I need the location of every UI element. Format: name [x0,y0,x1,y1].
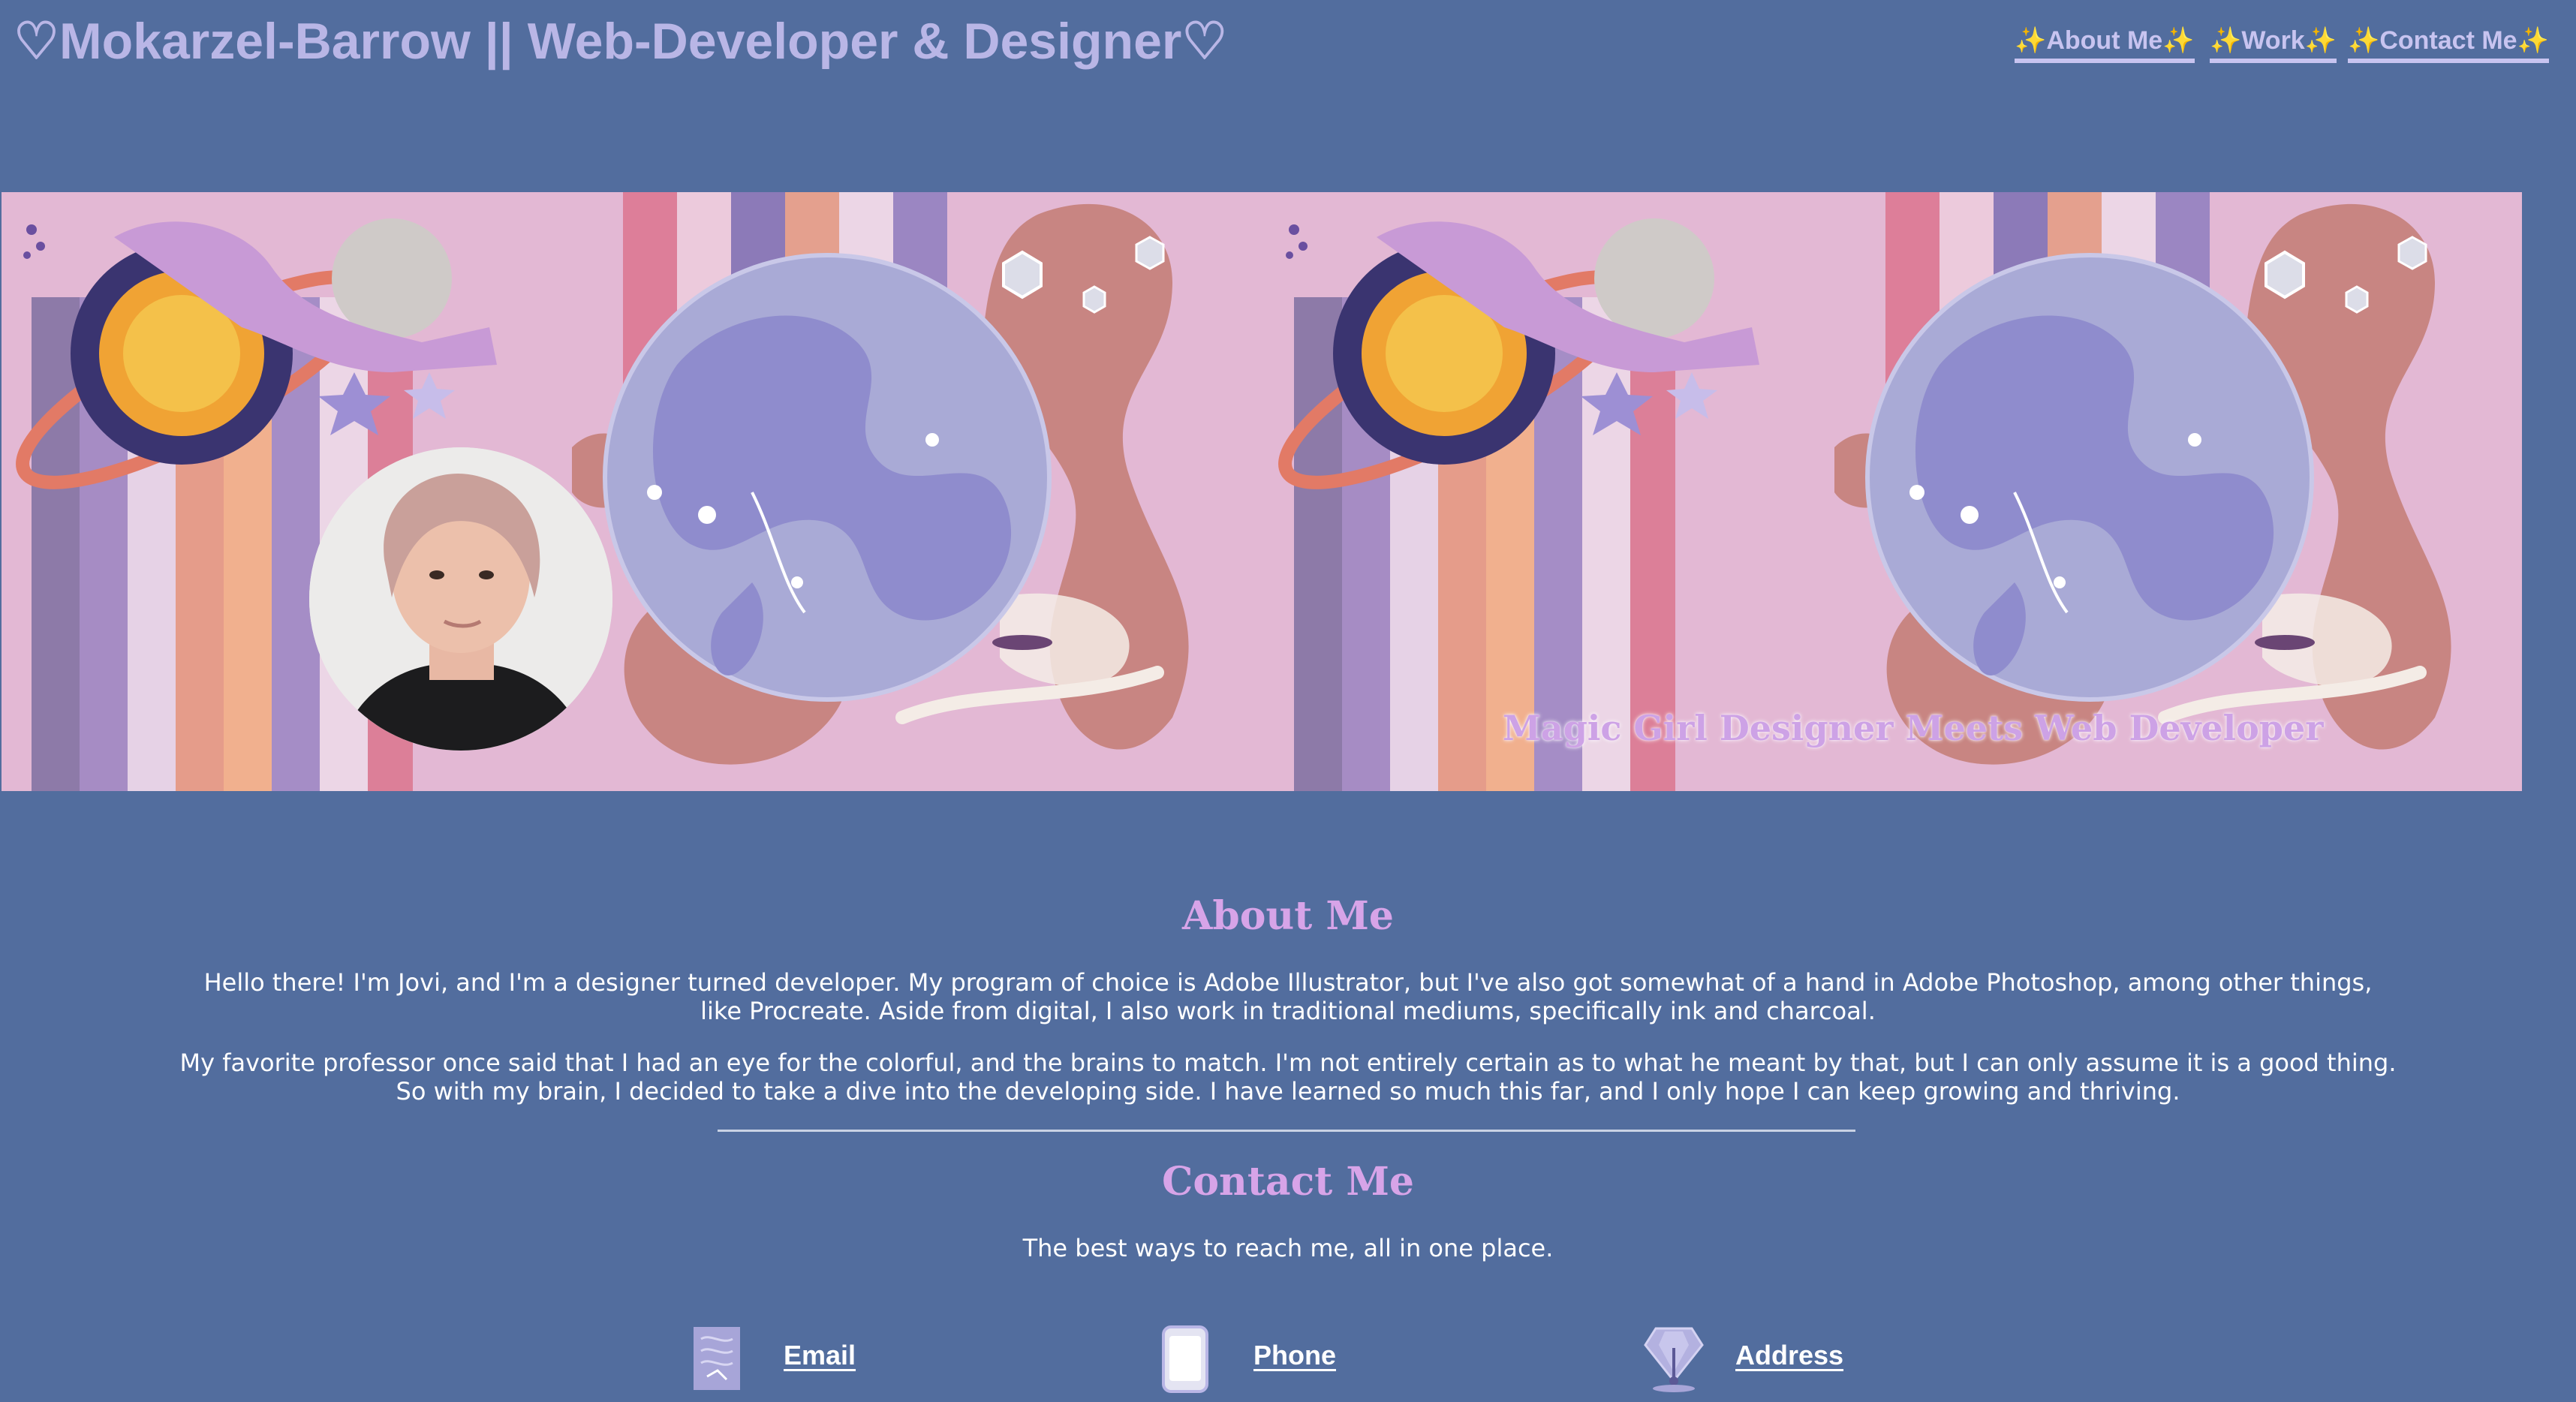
about-heading: About Me [1182,893,1394,939]
nav-link-contact[interactable]: ✨Contact Me✨ [2348,23,2549,63]
banner-tagline: Magic Girl Designer Meets Web Developer [1503,708,2324,748]
contact-heading: Contact Me [1161,1159,1415,1205]
hero-banner: Magic Girl Designer Meets Web Developer [2,192,2522,791]
phone-icon [1160,1325,1210,1396]
email-link[interactable]: Email [784,1339,856,1372]
contact-email: Email [692,1322,917,1394]
main-nav: ✨About Me✨ ✨Work✨ ✨Contact Me✨ [0,23,2576,63]
nav-link-work[interactable]: ✨Work✨ [2210,23,2337,63]
avatar [309,447,612,751]
avatar-portrait [309,447,612,751]
section-divider [718,1130,1855,1132]
contact-phone: Phone [1160,1322,1386,1394]
contact-address: Address [1644,1322,1899,1394]
location-pin-icon [1644,1325,1704,1396]
envelope-icon [692,1325,742,1394]
about-paragraph-1: Hello there! I'm Jovi, and I'm a designe… [203,968,2373,1025]
address-link[interactable]: Address [1735,1339,1843,1372]
about-paragraph-2: My favorite professor once said that I h… [179,1048,2397,1106]
nav-link-about[interactable]: ✨About Me✨ [2015,23,2195,63]
contact-subtitle: The best ways to reach me, all in one pl… [1022,1234,1554,1262]
phone-link[interactable]: Phone [1253,1339,1336,1372]
